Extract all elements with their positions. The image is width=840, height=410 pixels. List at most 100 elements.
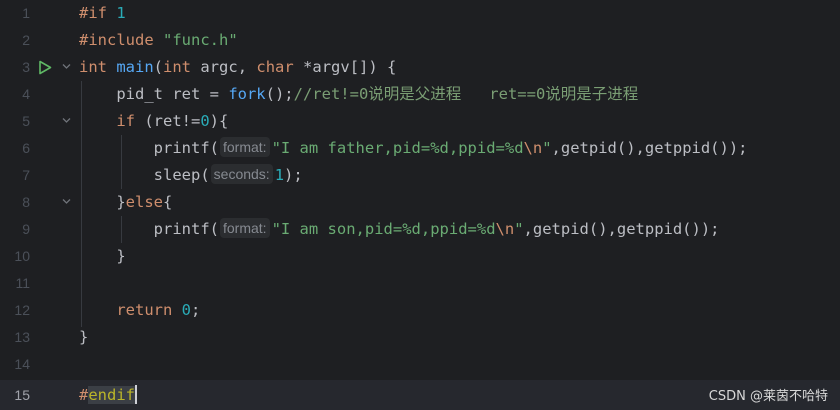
code-line[interactable]: 9 printf(format: "I am son,pid=%d,ppid=%d… xyxy=(0,216,840,243)
code-text: if (ret!=0){ xyxy=(79,108,228,135)
line-number: 3 xyxy=(22,59,30,75)
parameter-hint: format: xyxy=(219,218,270,238)
line-number: 11 xyxy=(15,275,30,291)
string-literal: " xyxy=(514,220,524,238)
escape-sequence: \n xyxy=(523,139,543,157)
code-fragment: pid_t ret = xyxy=(116,85,229,103)
preprocessor-directive: #include xyxy=(79,31,154,49)
text-caret xyxy=(135,385,138,404)
punctuation: ( xyxy=(153,58,164,76)
line-number: 15 xyxy=(14,387,30,403)
gutter: 2 xyxy=(0,27,76,54)
preprocessor-directive: # xyxy=(79,386,89,404)
code-line[interactable]: 10 } xyxy=(0,243,840,270)
gutter: 11 xyxy=(0,270,76,297)
code-fragment: (ret!= xyxy=(135,112,201,130)
code-text: printf(format: "I am son,pid=%d,ppid=%d\n… xyxy=(79,216,720,243)
function-call: printf( xyxy=(153,139,219,157)
code-fragment: } xyxy=(116,247,126,265)
parameter-hint: format: xyxy=(219,137,270,157)
string-literal: "I am father,pid=%d,ppid=%d xyxy=(271,139,524,157)
code-line[interactable]: 4 pid_t ret = fork();//ret!=0说明是父进程 ret=… xyxy=(0,81,840,108)
gutter: 6 xyxy=(0,135,76,162)
line-comment: //ret!=0说明是父进程 ret==0说明是子进程 xyxy=(293,85,639,103)
line-number: 9 xyxy=(22,221,30,237)
line-number: 7 xyxy=(22,167,30,183)
gutter: 10 xyxy=(0,243,76,270)
watermark: CSDN @莱茵不哈特 xyxy=(708,389,828,404)
code-line[interactable]: 5 if (ret!=0){ xyxy=(0,108,840,135)
gutter: 5 xyxy=(0,108,76,135)
function-call: printf( xyxy=(153,220,219,238)
fold-chevron-icon[interactable] xyxy=(62,117,71,124)
keyword: return xyxy=(116,301,173,319)
fold-chevron-icon[interactable] xyxy=(62,63,71,70)
line-number: 13 xyxy=(14,329,30,345)
code-fragment: ; xyxy=(191,301,201,319)
code-fragment: ,getpid(),getppid()); xyxy=(551,139,748,157)
number-literal: 0 xyxy=(181,301,192,319)
keyword: if xyxy=(116,112,135,130)
gutter: 13 xyxy=(0,324,76,351)
code-text: #endif xyxy=(79,380,138,410)
parameter: argc xyxy=(200,58,238,76)
gutter: 4 xyxy=(0,81,76,108)
code-line[interactable]: 13 } xyxy=(0,324,840,351)
parameter-hint: seconds: xyxy=(210,164,273,184)
number-literal: 1 xyxy=(274,166,285,184)
code-line[interactable]: 2 #include "func.h" xyxy=(0,27,840,54)
code-line[interactable]: 12 return 0; xyxy=(0,297,840,324)
punctuation: , xyxy=(237,58,257,76)
line-number: 10 xyxy=(14,248,30,264)
preprocessor-directive: #if xyxy=(79,4,107,22)
code-line[interactable]: 7 sleep(seconds: 1); xyxy=(0,162,840,189)
code-line[interactable]: 6 printf(format: "I am father,pid=%d,ppid… xyxy=(0,135,840,162)
code-text: printf(format: "I am father,pid=%d,ppid=%… xyxy=(79,135,748,162)
line-number: 2 xyxy=(22,32,30,48)
gutter: 8 xyxy=(0,189,76,216)
type-keyword: char xyxy=(256,58,294,76)
fold-chevron-icon[interactable] xyxy=(62,198,71,205)
string-literal: " xyxy=(542,139,552,157)
punctuation: []) { xyxy=(349,58,397,76)
line-number: 8 xyxy=(22,194,30,210)
type-keyword: int xyxy=(163,58,192,76)
gutter: 9 xyxy=(0,216,76,243)
code-text: } xyxy=(79,243,126,270)
line-number: 14 xyxy=(14,356,30,372)
code-text: }else{ xyxy=(79,189,172,216)
code-line[interactable]: 1 #if 1 xyxy=(0,0,840,27)
code-text: #include "func.h" xyxy=(79,27,238,54)
gutter: 15 xyxy=(0,380,76,410)
gutter: 1 xyxy=(0,0,76,27)
code-line[interactable]: 3 int main(int argc, char *argv[]) { xyxy=(0,54,840,81)
number-literal: 0 xyxy=(200,112,210,130)
function-call: sleep( xyxy=(153,166,210,184)
code-line[interactable]: 8 }else{ xyxy=(0,189,840,216)
type-keyword: int xyxy=(79,58,107,76)
run-icon[interactable] xyxy=(38,60,52,75)
preprocessor-directive-highlight: endif xyxy=(88,386,136,404)
line-number: 4 xyxy=(22,86,30,102)
number-literal: 1 xyxy=(116,4,126,22)
code-editor[interactable]: 1 #if 1 2 #include "func.h" 3 int main(i… xyxy=(0,0,840,410)
gutter: 12 xyxy=(0,297,76,324)
function-name: main xyxy=(116,58,154,76)
code-fragment: (); xyxy=(265,85,294,103)
code-line[interactable]: 11 xyxy=(0,270,840,297)
escape-sequence: \n xyxy=(495,220,515,238)
code-fragment: ,getpid(),getppid()); xyxy=(523,220,720,238)
code-fragment: ); xyxy=(284,166,303,184)
gutter: 3 xyxy=(0,54,76,81)
code-line[interactable]: 14 xyxy=(0,351,840,378)
code-fragment: } xyxy=(79,328,89,346)
gutter: 7 xyxy=(0,162,76,189)
string-literal: "func.h" xyxy=(163,31,238,49)
code-text: pid_t ret = fork();//ret!=0说明是父进程 ret==0… xyxy=(79,81,638,108)
line-number: 5 xyxy=(22,113,30,129)
code-text: return 0; xyxy=(79,297,200,324)
parameter: argv xyxy=(312,58,350,76)
code-text: } xyxy=(79,324,88,351)
code-text: #if 1 xyxy=(79,0,126,27)
punctuation: * xyxy=(293,58,313,76)
